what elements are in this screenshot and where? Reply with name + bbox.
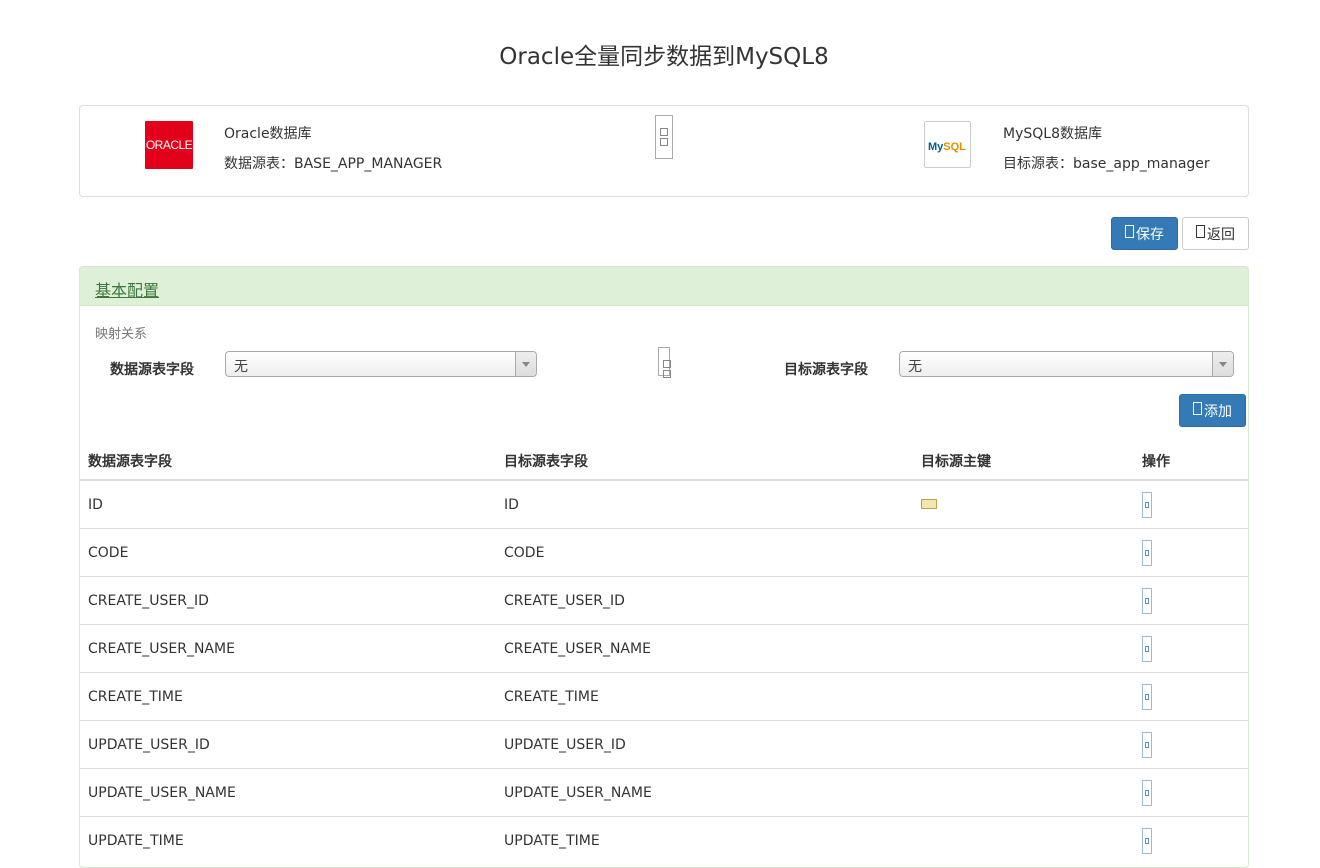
- config-panel-title[interactable]: 基本配置: [95, 277, 159, 301]
- primary-key-cell: [913, 624, 1134, 673]
- source-field-cell: CODE: [80, 528, 496, 577]
- primary-key-icon: [921, 498, 937, 509]
- basic-config-panel: 基本配置 映射关系 数据源表字段 无 目标源表字段 无 添加 数据源表字段 目标…: [79, 266, 1249, 868]
- oracle-logo: ORACLE: [145, 121, 193, 169]
- primary-key-cell: [913, 479, 1134, 529]
- column-header-target: 目标源表字段: [496, 443, 913, 481]
- target-field-select[interactable]: 无: [899, 351, 1234, 377]
- target-field-cell: CODE: [496, 528, 913, 577]
- table-header-row: 数据源表字段 目标源表字段 目标源主键 操作: [80, 443, 1248, 481]
- primary-key-cell: [913, 720, 1134, 769]
- action-cell: [1134, 576, 1248, 625]
- source-field-cell: ID: [80, 479, 496, 529]
- primary-key-cell: [913, 576, 1134, 625]
- source-table-label: 数据源表：BASE_APP_MANAGER: [224, 156, 443, 172]
- delete-icon[interactable]: [1142, 491, 1152, 518]
- delete-icon[interactable]: [1142, 635, 1152, 662]
- column-header-actions: 操作: [1134, 443, 1248, 481]
- table-row: CREATE_USER_NAME CREATE_USER_NAME: [80, 624, 1248, 673]
- save-icon: [1125, 225, 1134, 238]
- source-field-cell: UPDATE_USER_ID: [80, 720, 496, 769]
- delete-icon[interactable]: [1142, 539, 1152, 566]
- action-cell: [1134, 720, 1248, 769]
- delete-icon[interactable]: [1142, 587, 1152, 614]
- primary-key-cell: [913, 768, 1134, 817]
- database-info-panel: ORACLE Oracle数据库 数据源表：BASE_APP_MANAGER M…: [79, 105, 1249, 197]
- add-mapping-button[interactable]: 添加: [1179, 394, 1246, 427]
- table-row: UPDATE_TIME UPDATE_TIME: [80, 816, 1248, 864]
- chevron-down-icon: [515, 352, 536, 376]
- chevron-down-icon: [1212, 352, 1233, 376]
- target-field-cell: UPDATE_TIME: [496, 816, 913, 864]
- target-field-cell: CREATE_TIME: [496, 672, 913, 721]
- table-row: UPDATE_USER_ID UPDATE_USER_ID: [80, 720, 1248, 769]
- action-cell: [1134, 528, 1248, 577]
- source-field-cell: CREATE_USER_ID: [80, 576, 496, 625]
- action-cell: [1134, 816, 1248, 864]
- mapping-table: 数据源表字段 目标源表字段 目标源主键 操作 ID ID CODE CODE CREAT…: [80, 443, 1248, 864]
- source-field-cell: UPDATE_USER_NAME: [80, 768, 496, 817]
- mysql-logo: MySQL: [924, 121, 971, 168]
- source-field-cell: UPDATE_TIME: [80, 816, 496, 864]
- primary-key-cell: [913, 816, 1134, 864]
- target-field-cell: CREATE_USER_NAME: [496, 624, 913, 673]
- mapping-arrow-icon: [658, 347, 671, 378]
- delete-icon[interactable]: [1142, 827, 1152, 854]
- delete-icon[interactable]: [1142, 683, 1152, 710]
- table-row: ID ID: [80, 479, 1248, 529]
- delete-icon[interactable]: [1142, 779, 1152, 806]
- source-db-name: Oracle数据库: [224, 126, 312, 142]
- back-button[interactable]: 返回: [1182, 217, 1249, 250]
- table-row: CREATE_TIME CREATE_TIME: [80, 672, 1248, 721]
- source-field-cell: CREATE_USER_NAME: [80, 624, 496, 673]
- mapping-label: 映射关系: [95, 327, 148, 342]
- delete-icon[interactable]: [1142, 731, 1152, 758]
- target-field-cell: UPDATE_USER_ID: [496, 720, 913, 769]
- table-row: CREATE_USER_ID CREATE_USER_ID: [80, 576, 1248, 625]
- action-cell: [1134, 672, 1248, 721]
- target-db-name: MySQL8数据库: [1003, 126, 1102, 142]
- table-row: CODE CODE: [80, 528, 1248, 577]
- sync-arrow-icon: [655, 115, 673, 159]
- target-field-cell: ID: [496, 479, 913, 529]
- target-table-label: 目标源表：base_app_manager: [1003, 156, 1210, 172]
- table-row: UPDATE_USER_NAME UPDATE_USER_NAME: [80, 768, 1248, 817]
- source-field-cell: CREATE_TIME: [80, 672, 496, 721]
- add-icon: [1193, 402, 1202, 415]
- target-field-cell: UPDATE_USER_NAME: [496, 768, 913, 817]
- config-panel-header: 基本配置: [80, 267, 1248, 306]
- source-field-label: 数据源表字段: [110, 362, 194, 378]
- action-cell: [1134, 479, 1248, 529]
- action-cell: [1134, 624, 1248, 673]
- target-field-label: 目标源表字段: [784, 362, 868, 378]
- column-header-source: 数据源表字段: [80, 443, 496, 481]
- primary-key-cell: [913, 672, 1134, 721]
- page-title: Oracle全量同步数据到MySQL8: [499, 44, 829, 70]
- source-field-select[interactable]: 无: [225, 351, 537, 377]
- back-icon: [1196, 225, 1205, 238]
- save-button[interactable]: 保存: [1111, 217, 1178, 250]
- column-header-primary-key: 目标源主键: [913, 443, 1134, 481]
- action-cell: [1134, 768, 1248, 817]
- primary-key-cell: [913, 528, 1134, 577]
- target-field-cell: CREATE_USER_ID: [496, 576, 913, 625]
